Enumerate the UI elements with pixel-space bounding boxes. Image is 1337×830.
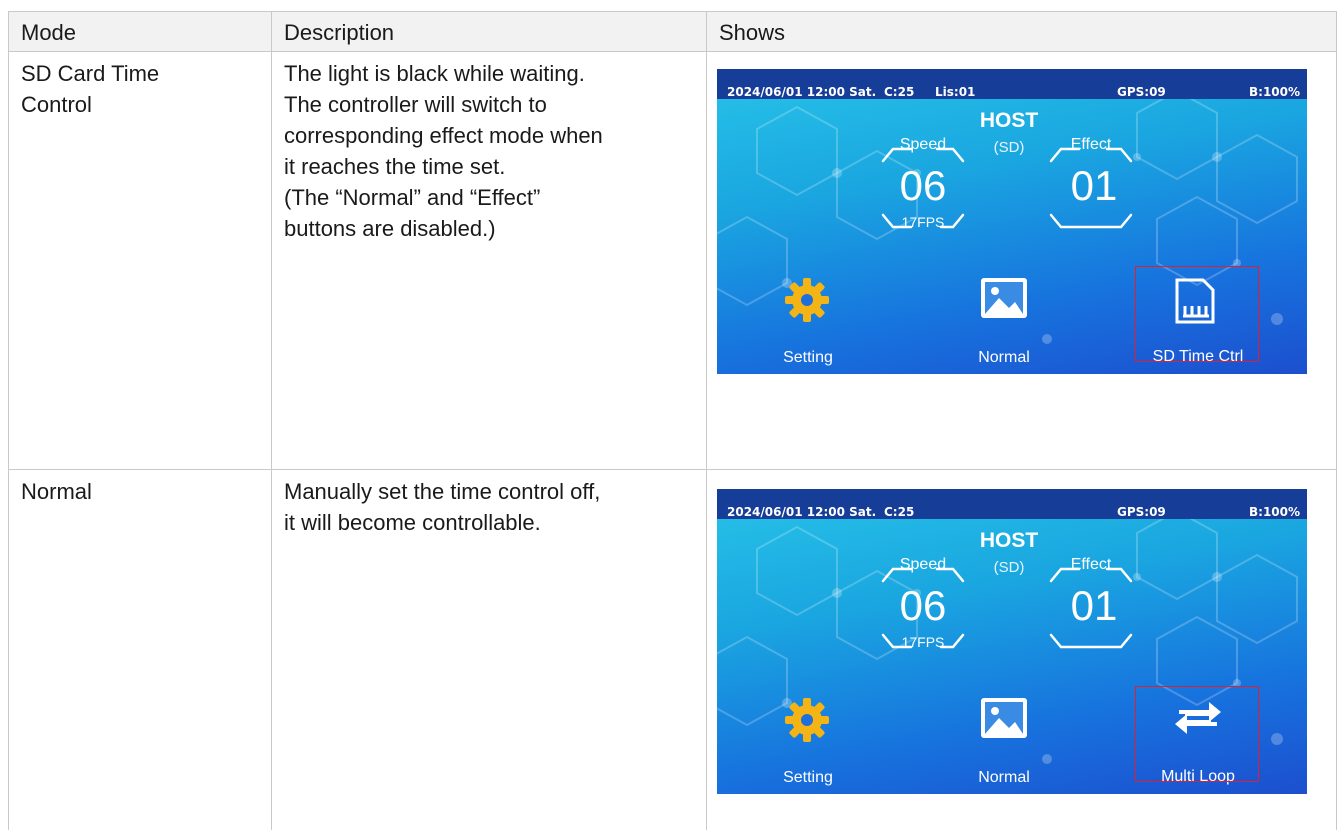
description-line: it will become controllable. bbox=[284, 510, 541, 535]
fps-value: 17FPS bbox=[901, 634, 945, 650]
description-line: corresponding effect mode when bbox=[284, 123, 603, 148]
setting-label: Setting bbox=[783, 349, 833, 366]
setting-button[interactable]: Setting bbox=[743, 264, 873, 366]
fps-value: 17FPS bbox=[901, 214, 945, 230]
table-row: SD Card Time Control The light is black … bbox=[8, 51, 1337, 470]
table-row: Normal Manually set the time control off… bbox=[8, 469, 1337, 830]
shows-cell: 2024/06/01 12:00 Sat. C:25 GPS:09 B:100%… bbox=[706, 469, 1337, 830]
highlight-box bbox=[1135, 266, 1259, 362]
mode-name: Normal bbox=[21, 479, 92, 504]
gear-icon bbox=[785, 698, 829, 742]
effect-label: Effect bbox=[1070, 556, 1112, 573]
header-shows: Shows bbox=[706, 11, 1337, 52]
mode-name: SD Card Time Control bbox=[21, 61, 160, 117]
header-description: Description bbox=[271, 11, 707, 52]
description-line: The controller will switch to bbox=[284, 92, 547, 117]
normal-label: Normal bbox=[978, 769, 1030, 786]
image-icon bbox=[981, 698, 1027, 738]
controller-screen: 2024/06/01 12:00 Sat. C:25 GPS:09 B:100%… bbox=[717, 489, 1307, 794]
mode-cell: SD Card Time Control bbox=[8, 51, 272, 470]
speed-label: Speed bbox=[899, 136, 947, 153]
description-line: it reaches the time set. bbox=[284, 154, 506, 179]
controller-screen: 2024/06/01 12:00 Sat. C:25 Lis:01 GPS:09… bbox=[717, 69, 1307, 374]
setting-label: Setting bbox=[783, 769, 833, 786]
highlight-box bbox=[1135, 686, 1259, 782]
description-cell: The light is black while waiting. The co… bbox=[271, 51, 707, 470]
shows-cell: 2024/06/01 12:00 Sat. C:25 Lis:01 GPS:09… bbox=[706, 51, 1337, 470]
gear-icon bbox=[785, 278, 829, 322]
speed-value: 06 bbox=[899, 582, 947, 629]
effect-value: 01 bbox=[1070, 162, 1118, 209]
description-cell: Manually set the time control off, it wi… bbox=[271, 469, 707, 830]
effect-label: Effect bbox=[1070, 136, 1112, 153]
speed-value: 06 bbox=[899, 162, 947, 209]
image-icon bbox=[981, 278, 1027, 318]
description-line: (The “Normal” and “Effect” bbox=[284, 185, 541, 210]
table-header-row: Mode Description Shows bbox=[8, 11, 1337, 52]
effect-value: 01 bbox=[1070, 582, 1118, 629]
mode-table: Mode Description Shows SD Card Time Cont… bbox=[8, 11, 1337, 830]
description-line: buttons are disabled.) bbox=[284, 216, 496, 241]
normal-button[interactable]: Normal bbox=[939, 264, 1069, 366]
setting-button[interactable]: Setting bbox=[743, 684, 873, 786]
description-line: Manually set the time control off, bbox=[284, 479, 601, 504]
header-mode: Mode bbox=[8, 11, 272, 52]
normal-button[interactable]: Normal bbox=[939, 684, 1069, 786]
speed-label: Speed bbox=[899, 556, 947, 573]
normal-label: Normal bbox=[978, 349, 1030, 366]
mode-cell: Normal bbox=[8, 469, 272, 830]
description-line: The light is black while waiting. bbox=[284, 61, 585, 86]
